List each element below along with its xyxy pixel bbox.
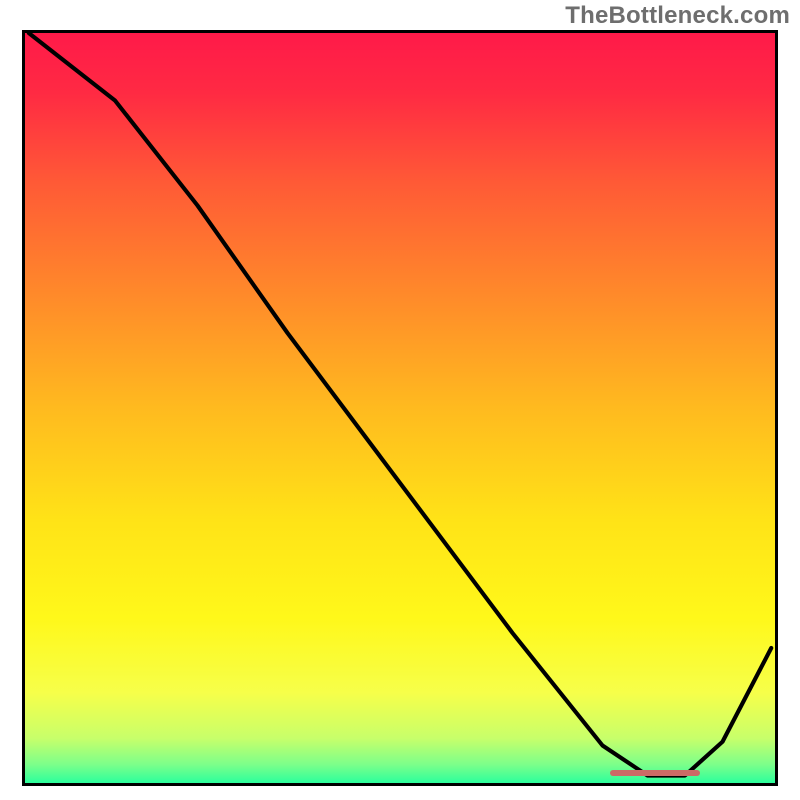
optimal-range-marker	[610, 770, 700, 776]
chart-container: TheBottleneck.com	[0, 0, 800, 800]
watermark-text: TheBottleneck.com	[565, 2, 790, 30]
bottleneck-curve	[25, 33, 775, 783]
plot-area	[22, 30, 778, 786]
